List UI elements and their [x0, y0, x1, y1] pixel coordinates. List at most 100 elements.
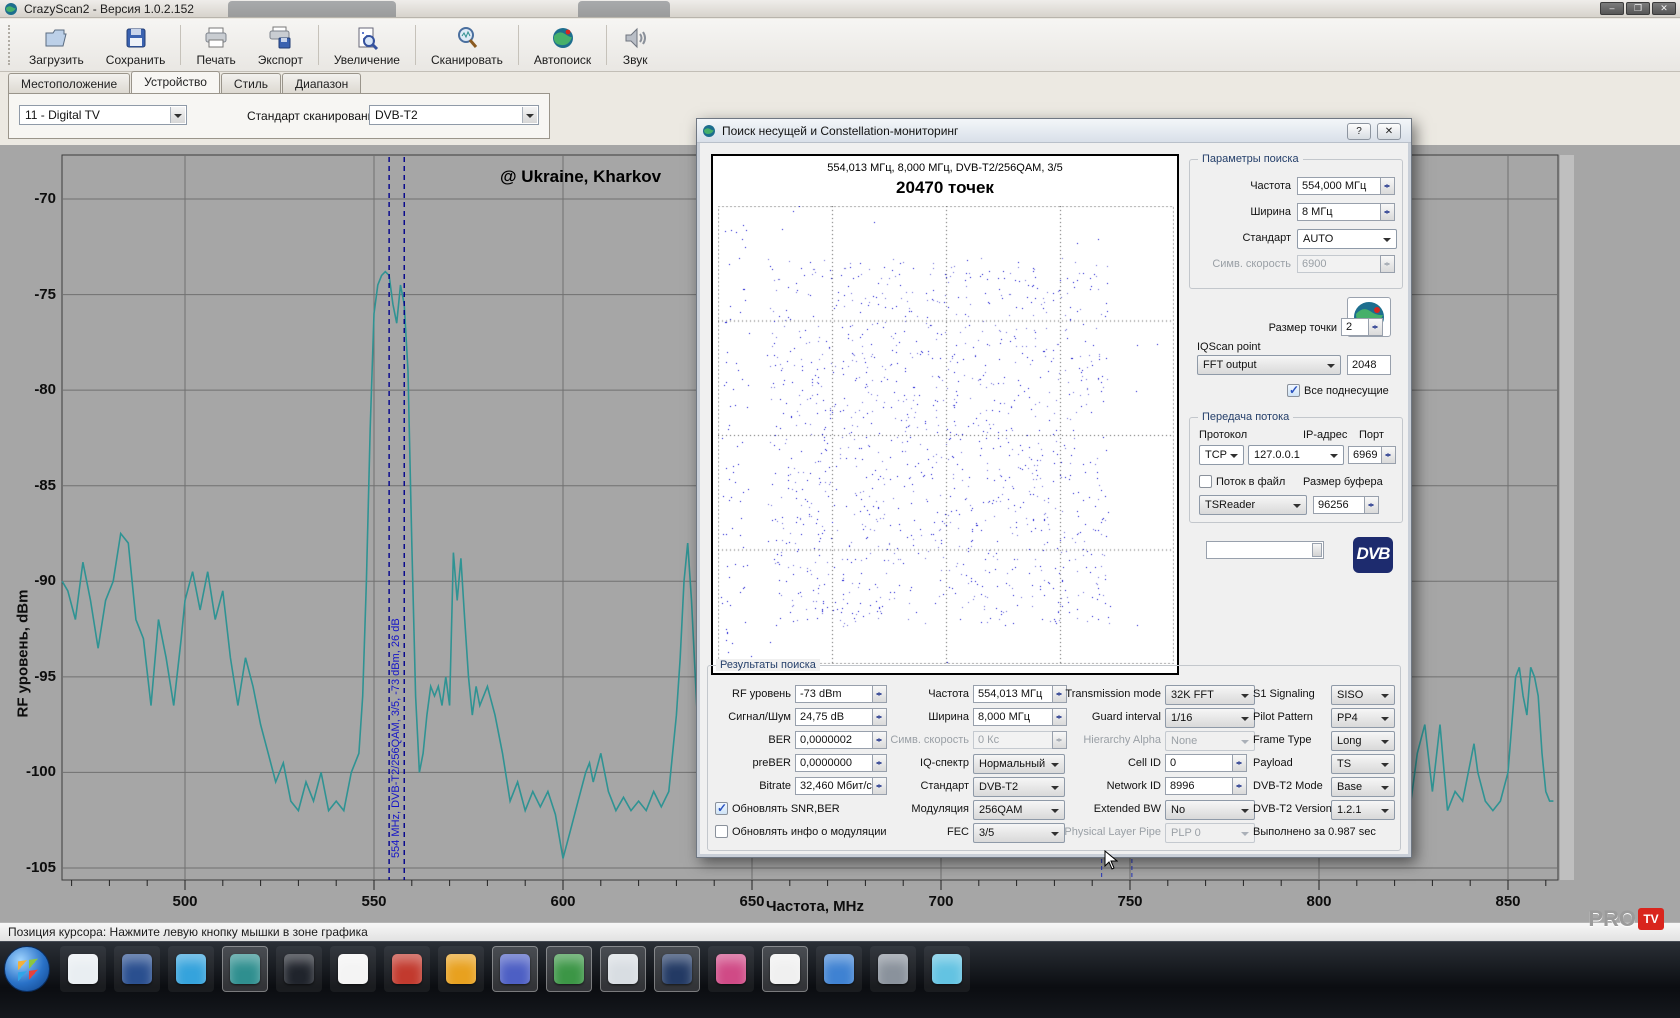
- dialog-close-button[interactable]: ✕: [1377, 123, 1401, 140]
- preber-field[interactable]: 0,0000000: [795, 754, 873, 772]
- taskbar-item[interactable]: [924, 946, 970, 992]
- physical-layer-pipe-select[interactable]: PLP 0: [1165, 823, 1255, 843]
- start-button[interactable]: [4, 946, 50, 992]
- browse-button[interactable]: [1312, 543, 1322, 557]
- cell-id-field[interactable]: 0: [1165, 754, 1233, 772]
- transmission-mode-value: 32K FFT: [1171, 689, 1214, 701]
- taskbar-item[interactable]: [816, 946, 862, 992]
- frame-type-select[interactable]: Long: [1331, 731, 1395, 751]
- taskbar-item[interactable]: [546, 946, 592, 992]
- reader-select[interactable]: TSReader: [1199, 495, 1307, 515]
- rf-level-spinner[interactable]: [872, 685, 887, 703]
- taskbar-item[interactable]: [276, 946, 322, 992]
- dvbt2-version-select[interactable]: 1.2.1: [1331, 800, 1395, 820]
- port-field[interactable]: 6969: [1348, 446, 1382, 464]
- buffer-size-field[interactable]: 96256: [1313, 496, 1365, 514]
- update-snr-ber-label: Обновлять SNR,BER: [732, 803, 840, 815]
- print-button[interactable]: Печать: [185, 19, 246, 71]
- cell-id-spinner[interactable]: [1232, 754, 1247, 772]
- fft-points-field[interactable]: 2048: [1347, 355, 1391, 375]
- symbol-rate-field[interactable]: 6900: [1297, 255, 1381, 273]
- snr-spinner[interactable]: [872, 708, 887, 726]
- guard-interval-select[interactable]: 1/16: [1165, 708, 1255, 728]
- taskbar-item[interactable]: [60, 946, 106, 992]
- taskbar-item[interactable]: [708, 946, 754, 992]
- pilot-pattern-select[interactable]: PP4: [1331, 708, 1395, 728]
- snr-field[interactable]: 24,75 dB: [795, 708, 873, 726]
- field-label: Стандарт: [1197, 232, 1291, 244]
- tab-устройство[interactable]: Устройство: [131, 71, 220, 93]
- transmission-mode-select[interactable]: 32K FFT: [1165, 685, 1255, 705]
- point-size-spinner[interactable]: [1368, 318, 1383, 336]
- ip-select[interactable]: 127.0.0.1: [1248, 445, 1344, 465]
- device-select[interactable]: 11 - Digital TV: [19, 105, 187, 125]
- taskbar-item[interactable]: [114, 946, 160, 992]
- background-window-tab[interactable]: [228, 1, 396, 17]
- guard-interval-value: 1/16: [1171, 712, 1192, 724]
- dvbt2-mode-select[interactable]: Base: [1331, 777, 1395, 797]
- taskbar-item[interactable]: [384, 946, 430, 992]
- network-id-field[interactable]: 8996: [1165, 777, 1233, 795]
- tab-стиль[interactable]: Стиль: [221, 73, 281, 94]
- background-window-tab[interactable]: [578, 1, 670, 17]
- update-mod-info-checkbox[interactable]: [715, 825, 728, 838]
- rf-level-field[interactable]: -73 dBm: [795, 685, 873, 703]
- update-mod-info-label: Обновлять инфо о модуляции: [732, 826, 887, 838]
- s1-signaling-select[interactable]: SISO: [1331, 685, 1395, 705]
- width-spinner[interactable]: [1380, 203, 1395, 221]
- taskbar-item[interactable]: [222, 946, 268, 992]
- taskbar-item[interactable]: [330, 946, 376, 992]
- zoom-button[interactable]: Увеличение: [323, 19, 411, 71]
- stream-to-file-checkbox[interactable]: [1199, 475, 1212, 488]
- file-path-field[interactable]: [1206, 541, 1324, 559]
- bitrate-field[interactable]: 32,460 Мбит/с: [795, 777, 873, 795]
- preber-spinner[interactable]: [872, 754, 887, 772]
- iqscan-point-select[interactable]: FFT output: [1197, 355, 1341, 375]
- standard-select[interactable]: AUTO: [1297, 229, 1397, 249]
- network-id-spinner[interactable]: [1232, 777, 1247, 795]
- taskbar-item[interactable]: [654, 946, 700, 992]
- point-size-field[interactable]: 2: [1341, 318, 1369, 336]
- tab-местоположение[interactable]: Местоположение: [8, 73, 130, 94]
- width-field[interactable]: 8 МГц: [1297, 203, 1381, 221]
- save-button[interactable]: Сохранить: [95, 19, 177, 71]
- sound-button[interactable]: Звук: [611, 19, 659, 71]
- toolbar-grip[interactable]: [8, 25, 14, 65]
- ber-spinner[interactable]: [872, 731, 887, 749]
- taskbar-item[interactable]: [762, 946, 808, 992]
- close-button[interactable]: ✕: [1652, 2, 1676, 15]
- dialog-help-button[interactable]: ?: [1347, 123, 1371, 140]
- bitrate-spinner[interactable]: [872, 777, 887, 795]
- scan-button[interactable]: Сканировать: [420, 19, 514, 71]
- taskbar-item[interactable]: [438, 946, 484, 992]
- port-spinner[interactable]: [1381, 446, 1396, 464]
- taskbar-item[interactable]: [168, 946, 214, 992]
- payload-select[interactable]: TS: [1331, 754, 1395, 774]
- minimize-button[interactable]: –: [1600, 2, 1624, 15]
- update-snr-ber-checkbox[interactable]: [715, 802, 728, 815]
- scan-standard-value: DVB-T2: [375, 108, 418, 122]
- tab-диапазон[interactable]: Диапазон: [282, 73, 361, 94]
- res-frequency-field[interactable]: 554,013 МГц: [973, 685, 1053, 703]
- res-width-field[interactable]: 8,000 МГц: [973, 708, 1053, 726]
- buffer-size-spinner[interactable]: [1364, 496, 1379, 514]
- hierarchy-alpha-select[interactable]: None: [1165, 731, 1255, 751]
- ber-field[interactable]: 0,0000002: [795, 731, 873, 749]
- taskbar-item[interactable]: [870, 946, 916, 992]
- protocol-select[interactable]: TCP: [1199, 445, 1244, 465]
- res-symbol-rate-field[interactable]: 0 Кс: [973, 731, 1053, 749]
- load-button[interactable]: Загрузить: [18, 19, 95, 71]
- taskbar-item[interactable]: [492, 946, 538, 992]
- x-tick: 750: [1098, 893, 1162, 910]
- all-subcarriers-checkbox[interactable]: [1287, 384, 1300, 397]
- autosearch-button[interactable]: Автопоиск: [523, 19, 602, 71]
- app-icon: [608, 954, 638, 984]
- frequency-field[interactable]: 554,000 МГц: [1297, 177, 1381, 195]
- maximize-button[interactable]: ❐: [1626, 2, 1650, 15]
- frequency-spinner[interactable]: [1380, 177, 1395, 195]
- export-button[interactable]: Экспорт: [247, 19, 314, 71]
- taskbar-item[interactable]: [600, 946, 646, 992]
- symbol-rate-spinner[interactable]: [1380, 255, 1395, 273]
- extended-bw-select[interactable]: No: [1165, 800, 1255, 820]
- scan-standard-select[interactable]: DVB-T2: [369, 105, 539, 125]
